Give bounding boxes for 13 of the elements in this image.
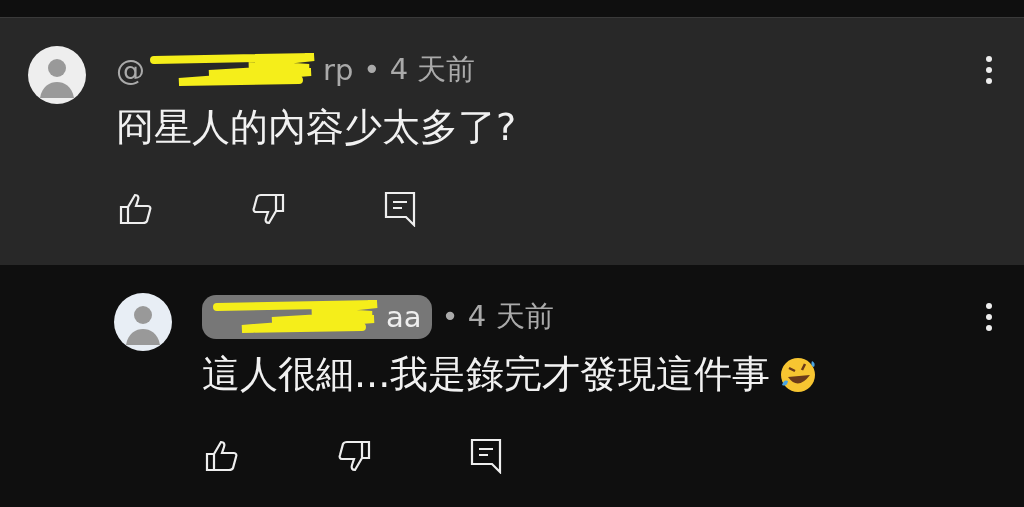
timestamp: • 4 天前 [363, 51, 476, 88]
more-icon[interactable] [984, 55, 994, 85]
username[interactable]: @ rp [116, 52, 354, 88]
avatar[interactable] [114, 293, 172, 351]
username-text: @ [116, 53, 145, 87]
comment-text: 這人很細...我是錄完才發現這件事 [202, 351, 771, 398]
more-icon[interactable] [984, 302, 994, 332]
username-text: aa [386, 300, 422, 334]
timestamp: • 4 天前 [441, 298, 554, 335]
username-text: rp [323, 53, 354, 87]
comment-text: 冏星人的內容少太多了? [116, 104, 517, 151]
avatar[interactable] [28, 46, 86, 104]
username-badge[interactable]: aa [202, 295, 432, 339]
